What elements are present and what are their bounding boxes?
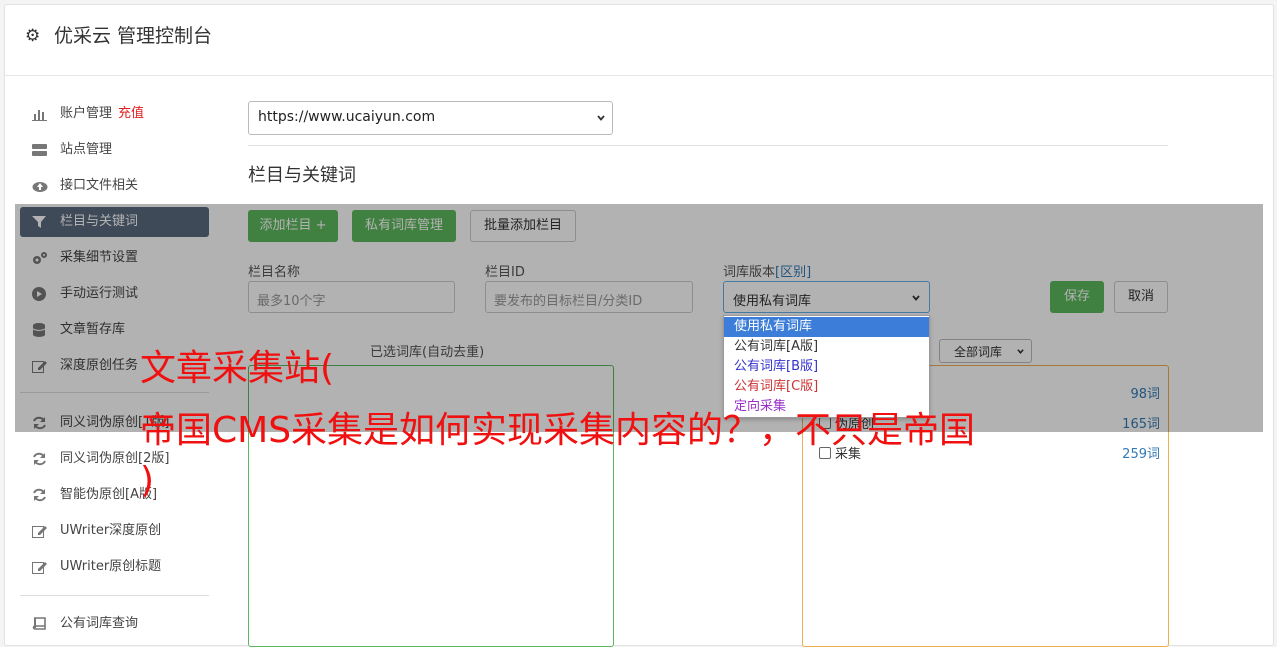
sidebar-item-label: 公有词库查询	[60, 616, 139, 631]
page-title: 优采云 管理控制台	[54, 25, 213, 47]
dropdown-option[interactable]: 公有词库[C版]	[724, 377, 929, 397]
watermark-line-2: 帝国CMS采集是如何实现采集内容的？，不只是帝国	[140, 410, 976, 451]
watermark-line-3: )	[140, 460, 155, 501]
sidebar-item-label: UWriter原创标题	[60, 559, 162, 574]
divider	[248, 145, 1168, 146]
header: ⚙ 优采云 管理控制台	[5, 5, 1273, 76]
refresh-icon	[32, 452, 47, 466]
sidebar-item-uwriter-title[interactable]: UWriter原创标题	[20, 552, 209, 582]
sidebar-item-label: 站点管理	[60, 142, 113, 157]
book-icon	[32, 617, 47, 631]
bar-chart-icon	[32, 107, 47, 121]
edit-icon	[32, 524, 47, 538]
dropdown-option[interactable]: 公有词库[B版]	[724, 357, 929, 377]
sidebar-item-interface[interactable]: 接口文件相关	[20, 171, 209, 201]
gear-icon: ⚙	[25, 26, 41, 46]
lib-version-dropdown[interactable]: 使用私有词库 公有词库[A版] 公有词库[B版] 公有词库[C版] 定向采集	[723, 315, 930, 418]
sidebar-divider	[20, 595, 209, 596]
sidebar-item-account[interactable]: 账户管理 充值	[20, 99, 209, 129]
watermark-line-1: 文章采集站(	[140, 348, 335, 389]
dropdown-option[interactable]: 使用私有词库	[724, 317, 929, 337]
sidebar-item-sites[interactable]: 站点管理	[20, 135, 209, 165]
dim-overlay	[15, 204, 1263, 432]
section-title: 栏目与关键词	[248, 165, 356, 186]
refresh-icon	[32, 488, 47, 502]
sidebar-item-public-lib[interactable]: 公有词库查询	[20, 609, 209, 639]
dropdown-option[interactable]: 公有词库[A版]	[724, 337, 929, 357]
word-count: 259词	[1122, 447, 1160, 462]
server-icon	[32, 143, 47, 157]
sidebar-item-smart-original[interactable]: 智能伪原创[A版]	[20, 480, 209, 510]
cloud-upload-icon	[32, 179, 48, 193]
sidebar-item-uwriter-deep[interactable]: UWriter深度原创	[20, 516, 209, 546]
edit-icon	[32, 560, 47, 574]
chevron-down-icon	[597, 115, 605, 121]
sidebar-item-label: UWriter深度原创	[60, 523, 162, 538]
site-select[interactable]: https://www.ucaiyun.com	[248, 101, 613, 135]
sidebar-item-label: 账户管理	[60, 106, 113, 121]
recharge-link[interactable]: 充值	[118, 106, 144, 121]
sidebar-item-label: 接口文件相关	[60, 178, 139, 193]
